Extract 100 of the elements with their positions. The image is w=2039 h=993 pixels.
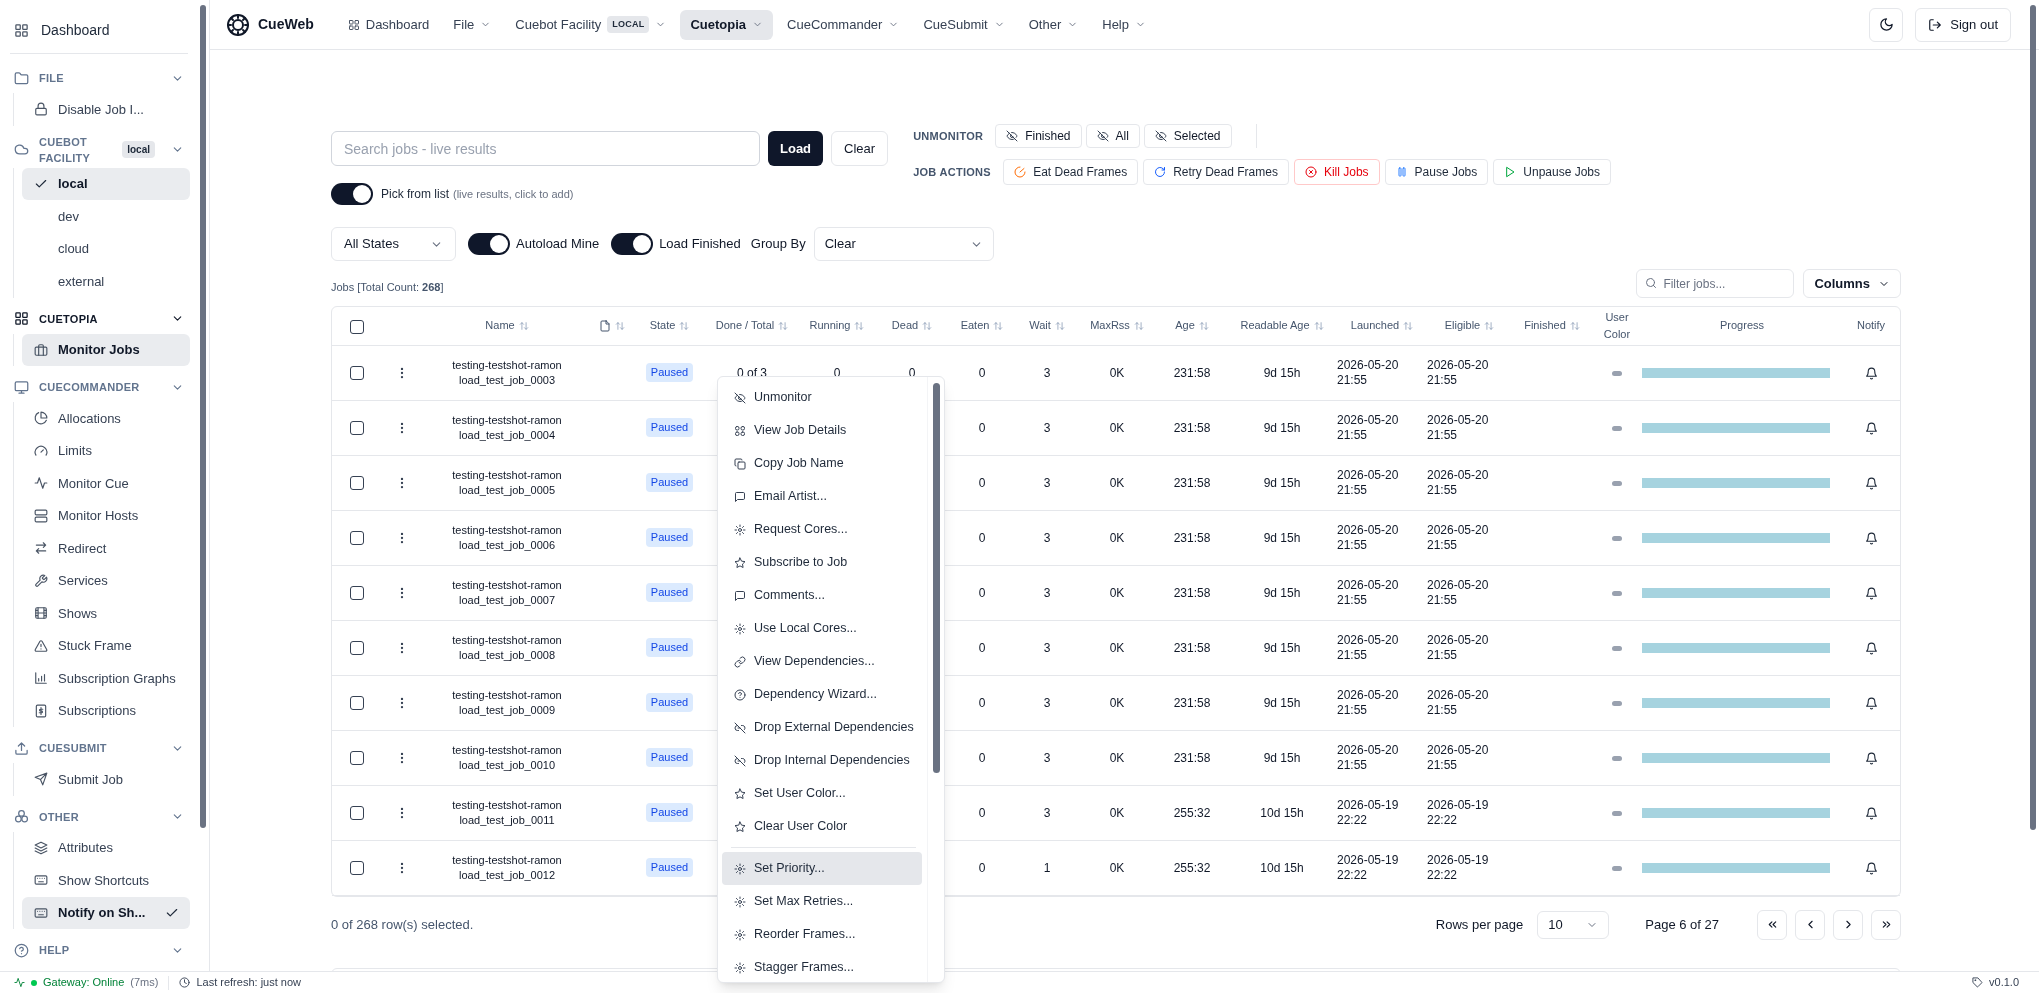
menu-item[interactable]: Comments... xyxy=(722,579,922,612)
menu-item[interactable]: Clear User Color xyxy=(722,810,922,843)
section-header[interactable]: HELP xyxy=(0,935,198,965)
action-button[interactable]: Eat Dead Frames xyxy=(1003,159,1139,185)
nav-item[interactable]: Other xyxy=(1018,9,1089,40)
checkbox[interactable] xyxy=(350,696,364,711)
column-header[interactable]: Age xyxy=(1175,317,1195,335)
notify-button[interactable] xyxy=(1864,531,1878,545)
nav-item[interactable]: CueSubmit xyxy=(913,9,1015,40)
first-page-button[interactable] xyxy=(1757,909,1787,940)
menu-item[interactable]: Drop External Dependencies xyxy=(722,711,922,744)
sidebar-link[interactable]: Dashboard xyxy=(0,10,198,50)
notify-button[interactable] xyxy=(1864,861,1878,875)
menu-item[interactable]: Stagger Frames... xyxy=(722,951,922,982)
sidebar-item[interactable]: Notify on Sh... xyxy=(22,896,190,929)
sidebar-item[interactable]: Allocations xyxy=(22,402,190,435)
toggle-switch[interactable] xyxy=(611,233,654,255)
menu-item[interactable]: Set User Color... xyxy=(722,777,922,810)
nav-item[interactable]: Cuebot Facility LOCAL xyxy=(505,9,677,40)
sidebar-item[interactable]: Disable Job I... xyxy=(22,93,190,126)
toggle-switch[interactable] xyxy=(331,183,373,205)
sidebar-item[interactable]: Monitor Cue xyxy=(22,467,190,500)
state-select[interactable]: All States xyxy=(331,227,456,261)
checkbox[interactable] xyxy=(350,366,364,381)
column-header[interactable]: Launched xyxy=(1350,317,1400,335)
column-header[interactable]: Name xyxy=(485,317,515,335)
page-size-select[interactable]: 10 xyxy=(1537,910,1610,939)
column-header[interactable]: Dead xyxy=(891,317,919,335)
menu-item[interactable]: Dependency Wizard... xyxy=(722,678,922,711)
section-header[interactable]: CUECOMMANDER xyxy=(0,372,198,402)
column-header[interactable]: Progress xyxy=(1720,317,1764,335)
notify-button[interactable] xyxy=(1864,421,1878,435)
sidebar-item[interactable]: dev xyxy=(22,200,190,233)
sidebar-item[interactable]: Subscription Graphs xyxy=(22,662,190,695)
sidebar-item[interactable]: Redirect xyxy=(22,532,190,565)
section-header[interactable]: CUESUBMIT xyxy=(0,733,198,763)
nav-item[interactable]: Help xyxy=(1092,9,1156,40)
menu-item[interactable]: View Job Details xyxy=(722,414,922,447)
sign-out-button[interactable]: Sign out xyxy=(1915,7,2011,42)
sidebar-item[interactable]: Monitor Hosts xyxy=(22,499,190,532)
notify-button[interactable] xyxy=(1864,806,1878,820)
menu-item[interactable]: Drop Internal Dependencies xyxy=(722,744,922,777)
section-header[interactable]: OTHER xyxy=(0,801,198,832)
column-header[interactable]: Done / Total xyxy=(715,317,775,335)
checkbox[interactable] xyxy=(350,319,364,334)
notify-button[interactable] xyxy=(1864,586,1878,600)
notify-button[interactable] xyxy=(1864,751,1878,765)
checkbox[interactable] xyxy=(350,421,364,436)
column-header[interactable]: Wait xyxy=(1029,317,1051,335)
sidebar-item[interactable]: Subscriptions xyxy=(22,694,190,727)
column-header[interactable]: Finished xyxy=(1524,317,1566,335)
notify-button[interactable] xyxy=(1864,366,1878,380)
menu-item[interactable]: Subscribe to Job xyxy=(722,546,922,579)
columns-button[interactable]: Columns xyxy=(1803,269,1901,298)
nav-item[interactable]: Cuetopia xyxy=(680,9,774,40)
menu-item[interactable]: Reorder Frames... xyxy=(722,918,922,951)
sidebar-item[interactable]: local xyxy=(22,167,190,200)
menu-item[interactable]: Request Cores... xyxy=(722,513,922,546)
menu-item[interactable]: Copy Job Name xyxy=(722,447,922,480)
column-header[interactable]: Eligible xyxy=(1444,317,1481,335)
menu-item[interactable]: View Dependencies... xyxy=(722,645,922,678)
checkbox[interactable] xyxy=(350,586,364,601)
column-header[interactable]: Notify xyxy=(1856,317,1886,335)
checkbox[interactable] xyxy=(350,751,364,766)
nav-item[interactable]: Dashboard xyxy=(337,9,440,40)
last-page-button[interactable] xyxy=(1871,909,1901,940)
load-button[interactable]: Load xyxy=(768,131,824,166)
nav-item[interactable]: CueCommander xyxy=(777,9,910,40)
menu-item[interactable]: Use Local Cores... xyxy=(722,612,922,645)
menu-item[interactable]: Set Priority... xyxy=(722,852,922,885)
checkbox[interactable] xyxy=(350,476,364,491)
column-header[interactable]: User Color xyxy=(1592,308,1642,343)
scrollbar[interactable] xyxy=(200,5,206,828)
notify-button[interactable] xyxy=(1864,641,1878,655)
toggle-switch[interactable] xyxy=(468,233,510,255)
sidebar-item[interactable]: Show Shortcuts xyxy=(22,864,190,897)
checkbox[interactable] xyxy=(350,641,364,656)
sidebar-item[interactable]: Shows xyxy=(22,597,190,630)
sidebar-item[interactable]: Attributes xyxy=(22,831,190,864)
theme-button[interactable] xyxy=(1869,7,1904,42)
column-header[interactable]: Eaten xyxy=(960,317,990,335)
search-field[interactable]: Search jobs - live results xyxy=(331,131,760,166)
column-header[interactable]: MaxRss xyxy=(1090,317,1130,335)
menu-item[interactable]: Email Artist... xyxy=(722,480,922,513)
unmonitor-button[interactable]: All xyxy=(1085,124,1140,148)
sidebar-item[interactable]: external xyxy=(22,265,190,298)
column-header[interactable]: Running xyxy=(809,317,851,335)
section-header[interactable]: CUETOPIA xyxy=(0,303,198,334)
filter-field[interactable]: Filter jobs... xyxy=(1636,269,1795,298)
sidebar-item[interactable]: Submit Job xyxy=(22,763,190,796)
action-button[interactable]: Unpause Jobs xyxy=(1493,159,1611,185)
action-button[interactable]: Pause Jobs xyxy=(1384,159,1489,185)
column-header[interactable]: State xyxy=(649,317,676,335)
nav-item[interactable]: File xyxy=(443,9,502,40)
unmonitor-button[interactable]: Finished xyxy=(995,124,1082,148)
notify-button[interactable] xyxy=(1864,476,1878,490)
menu-item[interactable]: Unmonitor xyxy=(722,381,922,414)
scrollbar[interactable] xyxy=(2030,5,2036,830)
menu-item[interactable]: Set Max Retries... xyxy=(722,885,922,918)
action-button[interactable]: Kill Jobs xyxy=(1293,159,1380,185)
